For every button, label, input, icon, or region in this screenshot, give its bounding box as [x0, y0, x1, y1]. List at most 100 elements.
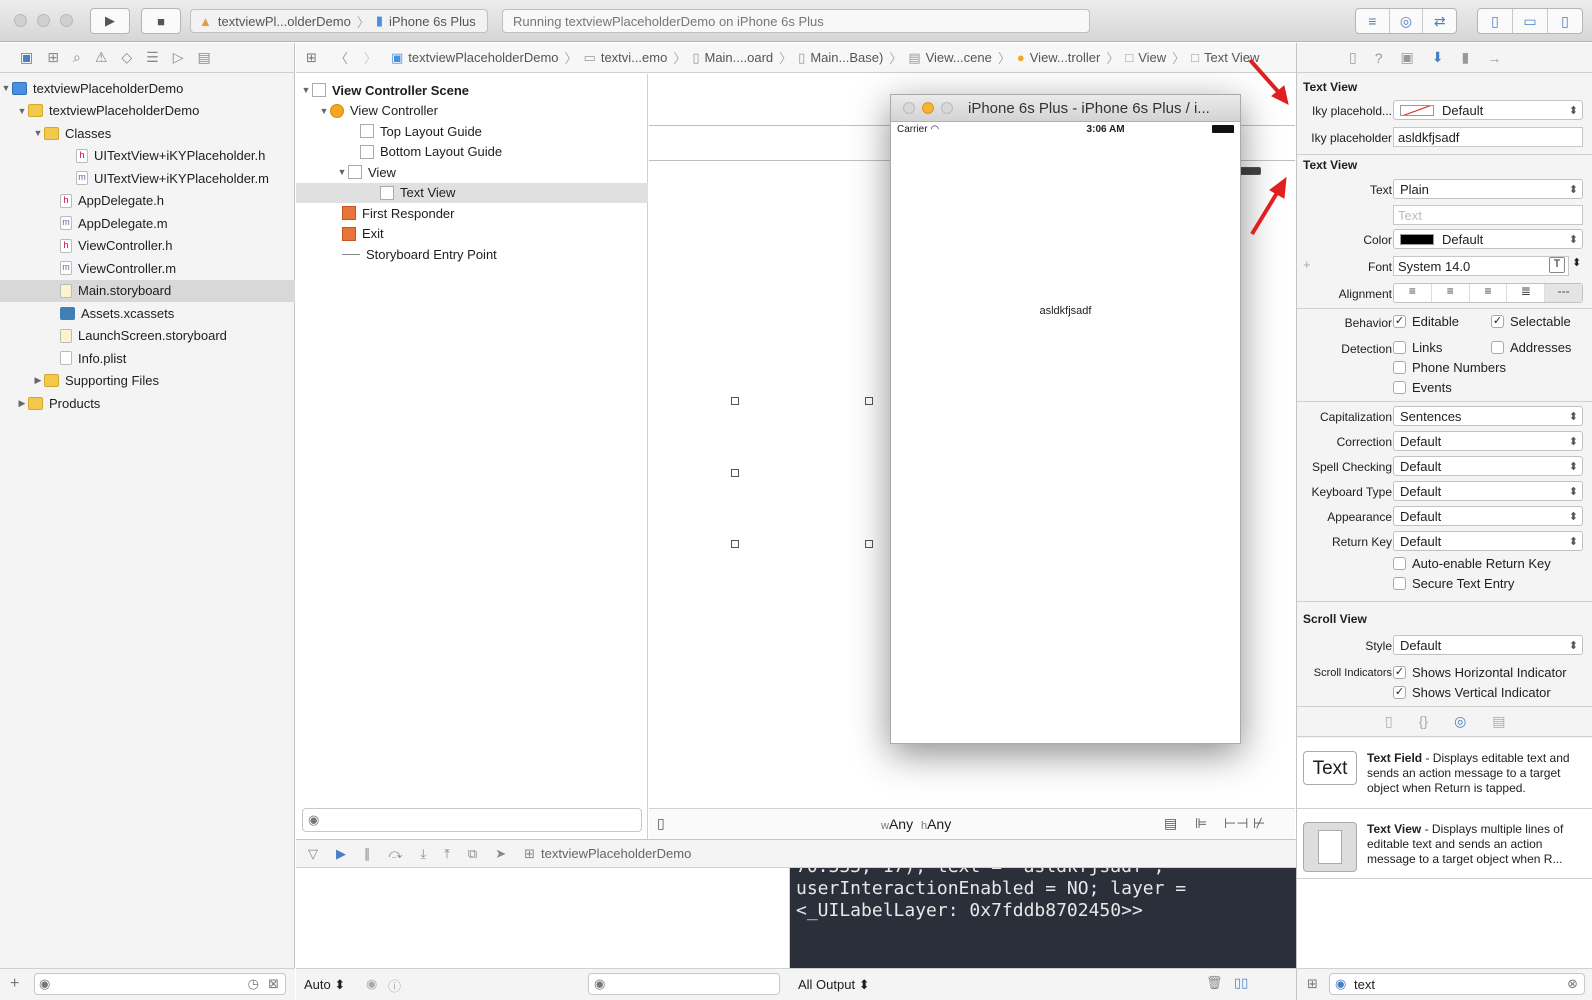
view-hierarchy-icon[interactable]: ⧉	[468, 846, 477, 862]
resize-handle[interactable]	[731, 469, 739, 477]
version-editor-icon[interactable]: ⇄	[1422, 9, 1456, 33]
zoom-window-button[interactable]	[60, 14, 73, 27]
close-window-button[interactable]	[14, 14, 27, 27]
correction-popup[interactable]: Default	[1393, 431, 1583, 451]
split-console-icon[interactable]: ▯▯	[1234, 975, 1248, 991]
recent-files-icon[interactable]: ◷	[248, 976, 259, 992]
outline-item[interactable]: ▼ View	[296, 162, 648, 182]
pin-icon[interactable]: ⊢⊣	[1224, 815, 1248, 832]
hierarchy-icon[interactable]: ⊞	[47, 49, 59, 66]
simulator-minimize-button[interactable]	[922, 102, 934, 114]
disclosure-triangle-icon[interactable]: ▶	[32, 375, 44, 386]
add-icon[interactable]: +	[10, 975, 19, 993]
style-popup[interactable]: Default	[1393, 635, 1583, 655]
navigator-item[interactable]: Assets.xcassets	[0, 302, 295, 324]
debug-area-toggle-icon[interactable]: ▭	[1512, 9, 1547, 33]
disclosure-triangle-icon[interactable]: ▼	[32, 128, 44, 138]
resize-handle[interactable]	[865, 540, 873, 548]
code-snippet-icon[interactable]: {}	[1419, 713, 1428, 736]
jump-bar-crumb[interactable]: □ View	[1119, 48, 1172, 67]
navigator-item[interactable]: h AppDelegate.h	[0, 190, 295, 212]
iky-placeholder-field[interactable]: asldkfjsadf	[1393, 127, 1583, 147]
stack-icon[interactable]: ▤	[1164, 815, 1177, 832]
font-picker-icon[interactable]: T	[1549, 257, 1565, 273]
navigator-item[interactable]: Main.storyboard	[0, 279, 295, 302]
stop-button[interactable]: ■	[141, 8, 181, 34]
size-inspector-icon[interactable]: ▮	[1461, 49, 1469, 66]
navigator-item[interactable]: Info.plist	[0, 347, 295, 369]
info-icon[interactable]: ⓘ	[388, 976, 401, 995]
minimize-window-button[interactable]	[37, 14, 50, 27]
text-content-field[interactable]: Text	[1393, 205, 1583, 225]
auto-enable-return-checkbox[interactable]: Auto-enable Return Key	[1393, 556, 1551, 571]
vertical-indicator-checkbox[interactable]: ✓ Shows Vertical Indicator	[1393, 685, 1551, 700]
media-library-icon[interactable]: ▤	[1492, 713, 1505, 736]
utilities-toggle-icon[interactable]: ▯	[1547, 9, 1582, 33]
disclosure-triangle-icon[interactable]: ▼	[16, 106, 28, 116]
outline-toggle-icon[interactable]: ▯	[657, 815, 665, 832]
run-button[interactable]: ▶	[90, 8, 130, 34]
navigator-item[interactable]: ▼ textviewPlaceholderDemo	[0, 77, 295, 99]
outline-item[interactable]: Storyboard Entry Point	[296, 244, 648, 264]
align-justify-icon[interactable]: ≣	[1506, 284, 1544, 302]
attributes-inspector-icon[interactable]: ⬇	[1432, 49, 1444, 66]
outline-item[interactable]: Text View	[296, 182, 648, 203]
library-item-text-view[interactable]: Text View - Displays multiple lines of e…	[1303, 822, 1587, 872]
size-class-control[interactable]: wAny hAny	[881, 816, 951, 832]
navigator-item[interactable]: LaunchScreen.storyboard	[0, 325, 295, 347]
color-popup[interactable]: Default	[1393, 229, 1583, 249]
keyboard-type-popup[interactable]: Default	[1393, 481, 1583, 501]
editor-mode-control[interactable]: ≡ ◎ ⇄	[1355, 8, 1457, 34]
resize-handle[interactable]	[731, 540, 739, 548]
disclosure-triangle-icon[interactable]: ▼	[336, 167, 348, 177]
back-icon[interactable]: 〈	[327, 48, 356, 67]
jump-bar-crumb[interactable]: ▣ textviewPlaceholderDemo	[385, 48, 565, 67]
horizontal-indicator-checkbox[interactable]: ✓ Shows Horizontal Indicator	[1393, 665, 1567, 680]
file-inspector-icon[interactable]: ▯	[1349, 49, 1357, 66]
addresses-checkbox[interactable]: Addresses	[1491, 340, 1571, 355]
jump-bar-crumb[interactable]: ▭ textvi...emo	[578, 48, 674, 67]
disclosure-triangle-icon[interactable]: ▶	[16, 398, 28, 409]
disclosure-triangle-icon[interactable]: ▼	[318, 106, 330, 116]
warning-icon[interactable]: ⚠	[95, 49, 108, 66]
outline-item[interactable]: Exit	[296, 224, 648, 244]
related-items-icon[interactable]: ⊞	[296, 50, 327, 66]
selectable-checkbox[interactable]: ✓ Selectable	[1491, 314, 1571, 329]
jump-bar-crumb[interactable]: ▤ View...cene	[902, 48, 998, 67]
trash-icon[interactable]: 🗑	[1206, 975, 1223, 991]
resolve-issues-icon[interactable]: ⊬	[1253, 815, 1265, 832]
disclosure-triangle-icon[interactable]: ▼	[300, 85, 312, 95]
navigator-item[interactable]: ▶ Products	[0, 392, 295, 414]
forward-icon[interactable]: 〉	[356, 48, 385, 67]
events-checkbox[interactable]: Events	[1393, 380, 1452, 395]
simulator-zoom-button[interactable]	[941, 102, 953, 114]
assistant-editor-icon[interactable]: ◎	[1388, 9, 1423, 33]
library-search-field[interactable]: ◉ text ⊗	[1329, 973, 1585, 995]
align-center-icon[interactable]: ≡	[1430, 284, 1469, 302]
report-icon[interactable]: ▤	[198, 49, 211, 66]
library-item-text-field[interactable]: Text Text Field - Displays editable text…	[1303, 751, 1587, 796]
align-icon[interactable]: ⊫	[1195, 815, 1207, 832]
outline-item[interactable]: ▼ View Controller Scene	[296, 80, 648, 100]
simulator-close-button[interactable]	[903, 102, 915, 114]
iky-color-popup[interactable]: Default	[1393, 100, 1583, 120]
outline-item[interactable]: Bottom Layout Guide	[296, 142, 648, 162]
identity-inspector-icon[interactable]: ▣	[1401, 49, 1414, 66]
standard-editor-icon[interactable]: ≡	[1356, 9, 1389, 33]
font-stepper[interactable]: ⬍	[1572, 256, 1581, 269]
capitalization-popup[interactable]: Sentences	[1393, 406, 1583, 426]
spell-checking-popup[interactable]: Default	[1393, 456, 1583, 476]
resize-handle[interactable]	[865, 397, 873, 405]
search-icon[interactable]: ⌕	[73, 49, 81, 66]
appearance-popup[interactable]: Default	[1393, 506, 1583, 526]
navigator-toggle-icon[interactable]: ▯	[1478, 9, 1512, 33]
align-left-icon[interactable]: ≡	[1394, 284, 1431, 302]
step-over-icon[interactable]: ⤼	[389, 846, 403, 862]
navigator-item[interactable]: ▶ Supporting Files	[0, 370, 295, 392]
resize-handle[interactable]	[731, 397, 739, 405]
simulator-window[interactable]: iPhone 6s Plus - iPhone 6s Plus / i... C…	[890, 94, 1241, 744]
folder-icon[interactable]: ▣	[20, 49, 33, 66]
phone-numbers-checkbox[interactable]: Phone Numbers	[1393, 360, 1506, 375]
scheme-selector[interactable]: ▲ textviewPl...olderDemo 〉 ▮ iPhone 6s P…	[190, 9, 488, 33]
return-key-popup[interactable]: Default	[1393, 531, 1583, 551]
